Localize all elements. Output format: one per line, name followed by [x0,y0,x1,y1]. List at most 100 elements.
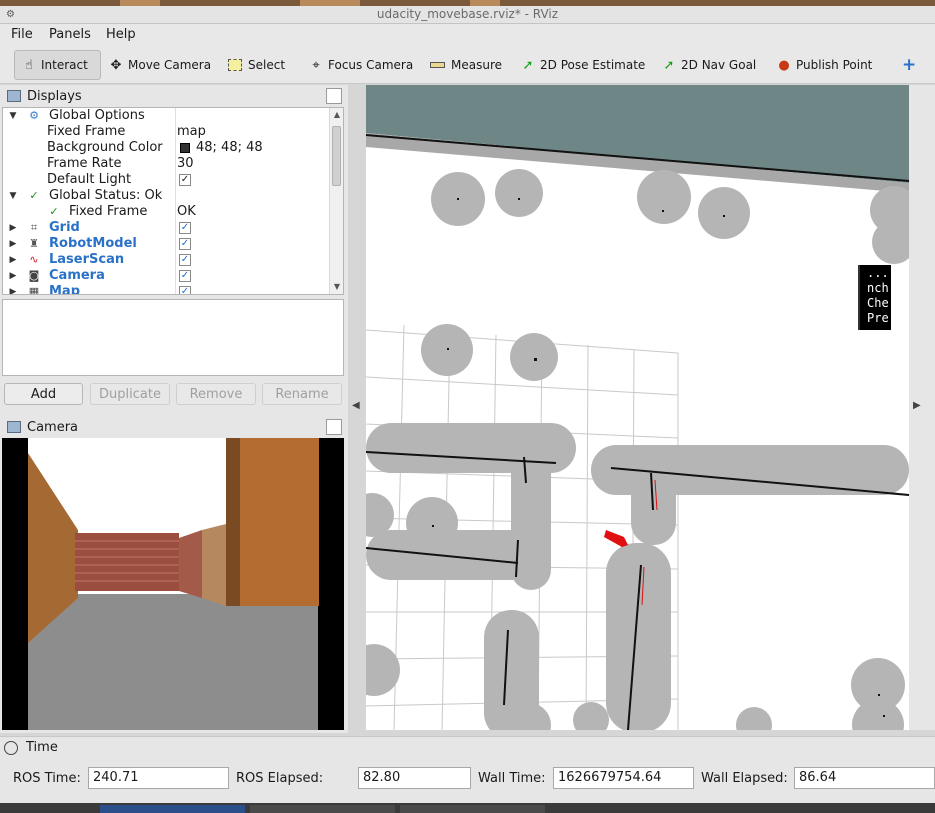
hand-pointer-icon: ☝ [25,57,33,73]
add-tool-button[interactable]: + [902,50,916,80]
interact-tool-button[interactable]: ☝ Interact [14,50,101,80]
tree-row-camera[interactable]: ▶ ◙ Camera ✓ [3,268,329,284]
displays-tree: ▼ ⚙ Global Options Fixed Frame map Backg… [2,107,344,295]
tree-row-default-light[interactable]: Default Light ✓ [3,172,329,188]
default-light-label: Default Light [47,172,132,187]
displays-panel-header: Displays [2,85,344,107]
camera-panel-title: Camera [27,419,79,435]
status-ok-icon: ✓ [29,189,39,202]
publish-point-tool-button[interactable]: ● Publish Point [776,50,872,80]
frame-rate-label: Frame Rate [47,156,122,171]
color-swatch[interactable] [180,143,190,153]
frame-rate-value[interactable]: 30 [177,156,194,172]
camera-enabled-checkbox[interactable]: ✓ [179,270,191,282]
left-collapse-handle[interactable]: ◀ [352,400,360,411]
scrollbar-thumb[interactable] [332,126,341,186]
fixed-frame-status-label: Fixed Frame [69,204,148,219]
overlay-line: nch [867,281,889,295]
tree-row-background-color[interactable]: Background Color 48; 48; 48 [3,140,329,156]
crosshair-icon: ⌖ [312,57,320,73]
laserscan-enabled-checkbox[interactable]: ✓ [179,254,191,266]
robotmodel-enabled-checkbox[interactable]: ✓ [179,238,191,250]
green-arrow-icon: ➚ [663,57,675,73]
desktop-taskbar [0,803,935,813]
select-label: Select [248,58,286,72]
wall-elapsed-field[interactable]: 86.64 [794,767,935,789]
add-display-button[interactable]: Add [4,383,83,405]
move-camera-tool-button[interactable]: ✥ Move Camera [108,50,212,80]
camera-image-view[interactable] [2,438,344,730]
taskbar-item[interactable] [100,805,245,813]
wall-time-field[interactable]: 1626679754.64 [553,767,694,789]
global-status-label: Global Status: Ok [49,188,163,203]
pose-estimate-tool-button[interactable]: ➚ 2D Pose Estimate [520,50,646,80]
expand-arrow-icon[interactable]: ▶ [8,268,18,284]
expand-arrow-icon[interactable]: ▶ [8,284,18,294]
scroll-up-icon[interactable]: ▲ [330,108,343,122]
displays-float-toggle[interactable] [326,88,342,104]
grid-icon: ⌗ [30,221,38,234]
menu-panels[interactable]: Panels [49,27,91,42]
tree-row-frame-rate[interactable]: Frame Rate 30 [3,156,329,172]
duplicate-display-button[interactable]: Duplicate [90,383,170,405]
taskbar-item[interactable] [250,805,395,813]
nav-goal-tool-button[interactable]: ➚ 2D Nav Goal [661,50,757,80]
time-panel-title: Time [26,740,58,755]
taskbar-item[interactable] [400,805,545,813]
displays-panel-title: Displays [27,88,82,104]
tree-row-laserscan[interactable]: ▶ ∿ LaserScan ✓ [3,252,329,268]
tree-row-global-status[interactable]: ▼ ✓ Global Status: Ok [3,188,329,204]
measure-label: Measure [451,58,502,72]
move-camera-label: Move Camera [128,58,212,72]
overlay-line: Pre [867,311,889,325]
ros-elapsed-field[interactable]: 82.80 [358,767,471,789]
overlay-line: Che [867,296,889,310]
measure-tool-button[interactable]: Measure [430,50,502,80]
status-ok-icon: ✓ [49,205,59,218]
ros-time-field[interactable]: 240.71 [88,767,229,789]
fixed-frame-value[interactable]: map [177,124,206,140]
camera-display-label: Camera [49,268,105,283]
right-dock-edge: ▶ [909,85,935,730]
collapse-arrow-icon[interactable]: ▼ [8,108,18,124]
tree-row-grid[interactable]: ▶ ⌗ Grid ✓ [3,220,329,236]
grid-enabled-checkbox[interactable]: ✓ [179,222,191,234]
display-description-area [2,299,344,376]
fixed-frame-status-value: OK [177,204,196,219]
background-color-value[interactable]: 48; 48; 48 [196,140,263,156]
camera-float-toggle[interactable] [326,419,342,435]
map-display-label: Map [49,284,81,295]
focus-camera-tool-button[interactable]: ⌖ Focus Camera [308,50,413,80]
tree-row-robotmodel[interactable]: ▶ ♜ RobotModel ✓ [3,236,329,252]
tree-row-global-options[interactable]: ▼ ⚙ Global Options [3,108,329,124]
collapse-arrow-icon[interactable]: ▼ [8,188,18,204]
map-enabled-checkbox[interactable]: ✓ [179,286,191,294]
wall-elapsed-label: Wall Elapsed: [701,771,788,786]
expand-arrow-icon[interactable]: ▶ [8,236,18,252]
tree-row-fixed-frame[interactable]: Fixed Frame map [3,124,329,140]
tool-bar: ☝ Interact ✥ Move Camera Select ⌖ Focus Cam… [0,46,935,84]
remove-display-button[interactable]: Remove [176,383,256,405]
rename-display-button[interactable]: Rename [262,383,342,405]
camera-panel-header: Camera [2,416,344,438]
3d-render-viewport[interactable]: ... nch Che Pre [366,85,909,730]
monitor-icon [7,90,21,102]
tree-row-map[interactable]: ▶ ▦ Map ✓ [3,284,329,295]
map-icon: ▦ [28,285,40,295]
default-light-checkbox[interactable]: ✓ [179,174,191,186]
expand-arrow-icon[interactable]: ▶ [8,252,18,268]
select-tool-button[interactable]: Select [228,50,285,80]
window-titlebar[interactable]: ⚙ udacity_movebase.rviz* - RViz [0,6,935,24]
expand-arrow-icon[interactable]: ▶ [8,220,18,236]
menu-bar: File Panels Help [0,24,935,46]
selection-box-icon [228,59,242,71]
tree-row-fixed-frame-status[interactable]: ✓ Fixed Frame OK [3,204,329,220]
displays-scrollbar[interactable]: ▲ ▼ [329,108,343,294]
right-collapse-handle[interactable]: ▶ [913,400,921,411]
clock-icon [4,740,18,755]
menu-help[interactable]: Help [106,27,136,42]
time-panel: Time ROS Time: 240.71 ROS Elapsed: 82.80… [0,736,935,813]
wall-time-label: Wall Time: [478,771,546,786]
scroll-down-icon[interactable]: ▼ [330,280,343,294]
menu-file[interactable]: File [11,27,33,42]
